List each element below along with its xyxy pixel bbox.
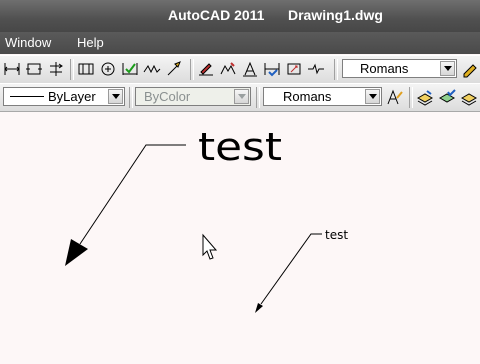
text-style-select[interactable]: Romans [263, 87, 382, 106]
layer-match-icon[interactable] [459, 87, 479, 107]
dim-update-icon[interactable] [262, 59, 282, 79]
leader-text-large: test [198, 125, 282, 169]
toolbar-separator [70, 59, 74, 80]
dim-text-style-select[interactable]: Romans [342, 59, 457, 78]
text-style-icon[interactable] [385, 87, 405, 107]
baseline-dim-icon[interactable] [76, 59, 96, 79]
dim-text-edit-icon[interactable] [218, 59, 238, 79]
menu-bar: Window Help [0, 32, 480, 54]
menu-help[interactable]: Help [77, 35, 104, 50]
linetype-value: ByLayer [48, 89, 96, 104]
title-bar: AutoCAD 2011 Drawing1.dwg [0, 0, 480, 32]
text-style-value: Romans [283, 89, 332, 104]
layer-states-icon[interactable] [415, 87, 435, 107]
dim-style-icon[interactable] [460, 59, 480, 79]
ordinate-dim-icon[interactable] [46, 59, 66, 79]
drawing-svg: test test [65, 125, 348, 313]
aligned-dim-icon[interactable] [24, 59, 44, 79]
chevron-down-icon[interactable] [440, 61, 455, 76]
leader-arrowhead-large [65, 239, 88, 266]
chevron-down-icon[interactable] [108, 89, 123, 104]
linetype-sample [10, 96, 44, 97]
toolbar-separator [334, 59, 338, 80]
linetype-select[interactable]: ByLayer [3, 87, 125, 106]
drawing-canvas[interactable]: test test [0, 111, 480, 360]
large-leader[interactable]: test [65, 125, 282, 266]
dim-edit-icon[interactable] [196, 59, 216, 79]
leader-arrowhead-small [255, 303, 263, 313]
linear-dim-icon[interactable] [2, 59, 22, 79]
toolbar-separator [256, 87, 260, 108]
dim-style-override-icon[interactable] [284, 59, 304, 79]
dim-text-style-value: Romans [360, 61, 409, 76]
chevron-down-icon[interactable] [365, 89, 380, 104]
document-title: Drawing1.dwg [288, 7, 383, 23]
mouse-cursor-icon [202, 233, 218, 260]
layer-previous-icon[interactable] [437, 87, 457, 107]
menu-window[interactable]: Window [5, 35, 51, 50]
dimension-toolbar: Romans [0, 55, 480, 84]
app-title: AutoCAD 2011 [168, 7, 265, 23]
leader-text-small: test [325, 228, 348, 242]
inspection-dim-icon[interactable] [120, 59, 140, 79]
small-leader[interactable]: test [255, 228, 348, 313]
quick-leader-icon[interactable] [164, 59, 184, 79]
toolbar-separator [190, 59, 194, 80]
color-select[interactable]: ByColor [135, 87, 251, 106]
chevron-down-icon[interactable] [234, 89, 249, 104]
jogged-linear-icon[interactable] [142, 59, 162, 79]
color-value: ByColor [144, 89, 191, 104]
leader-line-small [260, 233, 322, 305]
toolbar-separator [409, 87, 413, 108]
center-mark-icon[interactable] [98, 59, 118, 79]
dim-text-align-icon[interactable] [240, 59, 260, 79]
toolbar-separator [129, 87, 133, 108]
jog-line-icon[interactable] [306, 59, 326, 79]
properties-toolbar: ByLayer ByColor Romans [0, 83, 480, 112]
leader-line-large [79, 144, 186, 245]
